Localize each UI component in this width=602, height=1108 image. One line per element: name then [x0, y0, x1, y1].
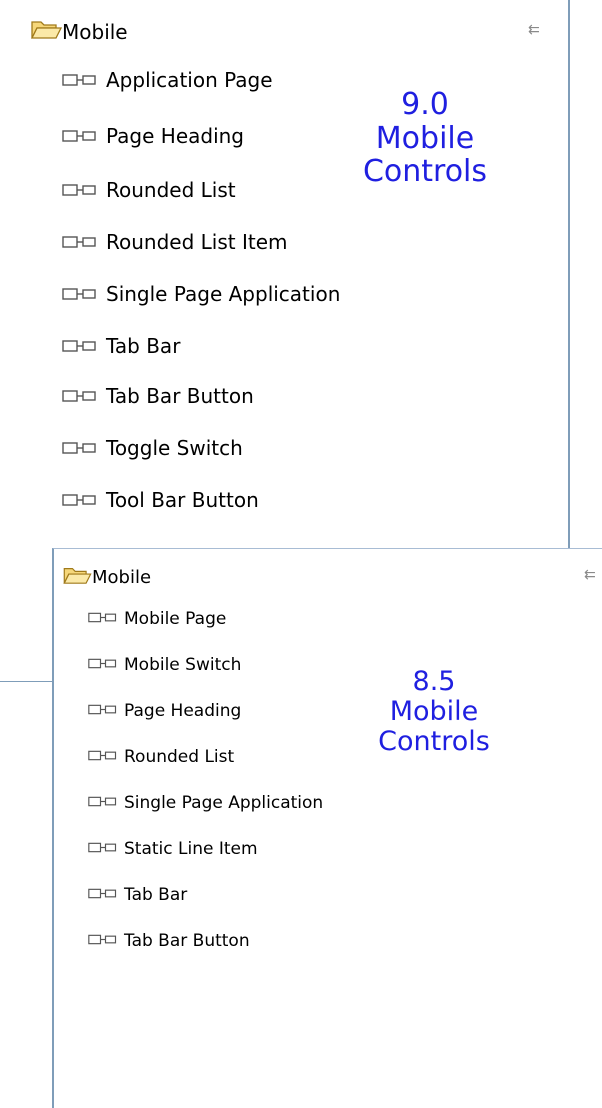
- component-icon: [88, 701, 118, 721]
- palette-item[interactable]: Application Page: [62, 68, 273, 92]
- palette-item-label: Mobile Page: [124, 609, 227, 629]
- palette-item-label: Tab Bar Button: [124, 931, 250, 951]
- component-icon: [62, 282, 98, 306]
- palette-item[interactable]: Single Page Application: [88, 793, 323, 813]
- component-icon: [88, 839, 118, 859]
- palette-item-label: Page Heading: [124, 701, 242, 721]
- palette-item[interactable]: Rounded List: [88, 747, 234, 767]
- palette-item-label: Rounded List Item: [106, 230, 288, 254]
- palette-item[interactable]: Mobile Page: [88, 609, 226, 629]
- palette-item-label: Page Heading: [106, 124, 244, 148]
- palette-item[interactable]: Rounded List: [62, 178, 236, 202]
- palette-panel-8-5: Mobile ⇇ Mobile Page Mobile Switch Page …: [52, 548, 602, 1108]
- component-icon: [62, 68, 98, 92]
- palette-item-label: Application Page: [106, 68, 273, 92]
- caption-line-2: Controls: [378, 726, 490, 758]
- palette-item[interactable]: Tab Bar: [88, 885, 187, 905]
- component-icon: [62, 334, 98, 358]
- palette-item-label: Rounded List: [106, 178, 236, 202]
- component-icon: [62, 178, 98, 202]
- palette-item[interactable]: Tab Bar: [62, 334, 180, 358]
- caption-line-1: Mobile: [375, 120, 475, 156]
- palette-item-label: Mobile Switch: [124, 655, 242, 675]
- caption-version: 9.0: [401, 87, 449, 122]
- palette-item[interactable]: Tab Bar Button: [88, 931, 250, 951]
- palette-item-label: Toggle Switch: [106, 436, 243, 460]
- palette-item[interactable]: Tab Bar Button: [62, 384, 254, 408]
- palette-item[interactable]: Toggle Switch: [62, 436, 243, 460]
- palette-item-label: Tab Bar Button: [106, 384, 254, 408]
- palette-item-label: Static Line Item: [124, 839, 258, 859]
- component-icon: [62, 488, 98, 512]
- component-icon: [62, 436, 98, 460]
- caption-version: 8.5: [412, 666, 456, 697]
- open-folder-icon: [30, 18, 63, 45]
- palette-item-label: Tab Bar: [124, 885, 188, 905]
- palette-item-label: Tab Bar: [106, 334, 181, 358]
- component-icon: [88, 747, 118, 767]
- component-icon: [88, 793, 118, 813]
- collapse-icon[interactable]: ⇇: [584, 567, 596, 583]
- version-caption: 8.5 Mobile Controls: [354, 666, 514, 758]
- component-icon: [88, 931, 118, 951]
- palette-item[interactable]: Tool Bar Button: [62, 488, 259, 512]
- collapse-icon[interactable]: ⇇: [528, 22, 540, 38]
- palette-item-label: Single Page Application: [106, 282, 341, 306]
- version-caption: 9.0 Mobile Controls: [340, 88, 510, 189]
- palette-item-label: Rounded List: [124, 747, 235, 767]
- open-folder-icon: [62, 565, 92, 590]
- component-icon: [88, 609, 118, 629]
- component-icon: [62, 230, 98, 254]
- palette-item-label: Single Page Application: [124, 793, 324, 813]
- palette-item[interactable]: Single Page Application: [62, 282, 340, 306]
- drawer-header-mobile[interactable]: Mobile: [30, 18, 128, 45]
- palette-item[interactable]: Rounded List Item: [62, 230, 287, 254]
- component-icon: [88, 655, 118, 675]
- drawer-header-label: Mobile: [92, 567, 152, 588]
- drawer-header-mobile[interactable]: Mobile: [62, 565, 151, 590]
- component-icon: [62, 384, 98, 408]
- caption-line-2: Controls: [362, 154, 488, 190]
- palette-item-label: Tool Bar Button: [106, 488, 259, 512]
- component-icon: [62, 124, 98, 148]
- component-icon: [88, 885, 118, 905]
- palette-item[interactable]: Page Heading: [62, 124, 244, 148]
- palette-item[interactable]: Page Heading: [88, 701, 241, 721]
- palette-item[interactable]: Static Line Item: [88, 839, 258, 859]
- drawer-header-label: Mobile: [62, 19, 128, 44]
- caption-line-1: Mobile: [389, 696, 479, 728]
- palette-item[interactable]: Mobile Switch: [88, 655, 241, 675]
